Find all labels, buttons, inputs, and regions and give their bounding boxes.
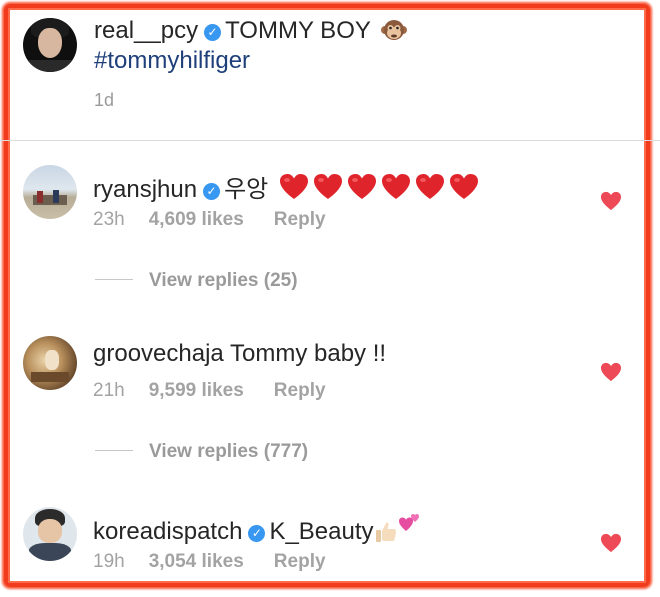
verified-icon: ✓ — [203, 183, 221, 200]
comment-meta: 23h 4,609 likes Reply — [93, 209, 356, 231]
comment-body: 우앙 — [224, 176, 269, 203]
like-heart-icon[interactable] — [600, 533, 622, 553]
comment-time: 19h — [93, 551, 125, 572]
comment-time: 21h — [93, 380, 125, 401]
avatar[interactable] — [23, 336, 77, 390]
view-replies-label: View replies (25) — [149, 270, 298, 291]
likes-count[interactable]: 3,054 likes — [149, 551, 244, 572]
comment-text: ryansjhun ✓ 우앙 — [93, 169, 479, 204]
like-heart-icon[interactable] — [600, 191, 622, 211]
avatar[interactable] — [23, 18, 77, 72]
comment-meta: 19h 3,054 likes Reply — [93, 551, 356, 573]
caption-line: real__pcy ✓ TOMMY BOY — [94, 17, 408, 45]
likes-count[interactable]: 9,599 likes — [149, 380, 244, 401]
divider — [95, 279, 133, 280]
divider — [0, 140, 660, 141]
divider — [95, 450, 133, 451]
username[interactable]: groovechaja — [93, 340, 224, 367]
username[interactable]: ryansjhun — [93, 176, 197, 203]
caption-text: TOMMY BOY — [225, 17, 371, 44]
comment-body: Tommy baby !! — [230, 340, 387, 367]
reply-button[interactable]: Reply — [274, 209, 326, 230]
likes-count[interactable]: 4,609 likes — [149, 209, 244, 230]
two-hearts-icon — [398, 514, 419, 531]
comment-body: K_Beauty — [269, 518, 374, 545]
view-replies-link[interactable]: View replies (25) — [95, 270, 298, 292]
reply-button[interactable]: Reply — [274, 380, 326, 401]
comment-item: ryansjhun ✓ 우앙 23h 4,609 likes Reply View re… — [0, 165, 660, 335]
view-replies-link[interactable]: View replies (777) — [95, 441, 308, 463]
hashtag-link[interactable]: #tommyhilfiger — [94, 47, 250, 75]
verified-icon: ✓ — [204, 24, 222, 41]
like-heart-icon[interactable] — [600, 362, 622, 382]
post-time: 1d — [94, 90, 115, 110]
comment-meta: 21h 9,599 likes Reply — [93, 380, 356, 402]
red-heart-emojis — [275, 174, 479, 203]
thumbs-up-icon — [375, 522, 396, 542]
comment-item: koreadispatch ✓ K_Beauty 19h 3,054 likes Rep… — [0, 507, 660, 587]
username[interactable]: koreadispatch — [93, 518, 242, 545]
view-replies-label: View replies (777) — [149, 441, 309, 462]
comment-time: 23h — [93, 209, 125, 230]
reply-button[interactable]: Reply — [274, 551, 326, 572]
monkey-face-icon — [381, 20, 408, 40]
avatar[interactable] — [23, 165, 77, 219]
username[interactable]: real__pcy — [94, 17, 198, 44]
post-caption: real__pcy ✓ TOMMY BOY #tommyhilfiger 1d — [0, 0, 660, 140]
avatar[interactable] — [23, 507, 77, 561]
comment-text: groovechaja Tommy baby !! — [93, 340, 386, 368]
verified-icon: ✓ — [248, 525, 266, 542]
comment-item: groovechaja Tommy baby !! 21h 9,599 likes… — [0, 336, 660, 506]
comment-text: koreadispatch ✓ K_Beauty — [93, 511, 422, 546]
